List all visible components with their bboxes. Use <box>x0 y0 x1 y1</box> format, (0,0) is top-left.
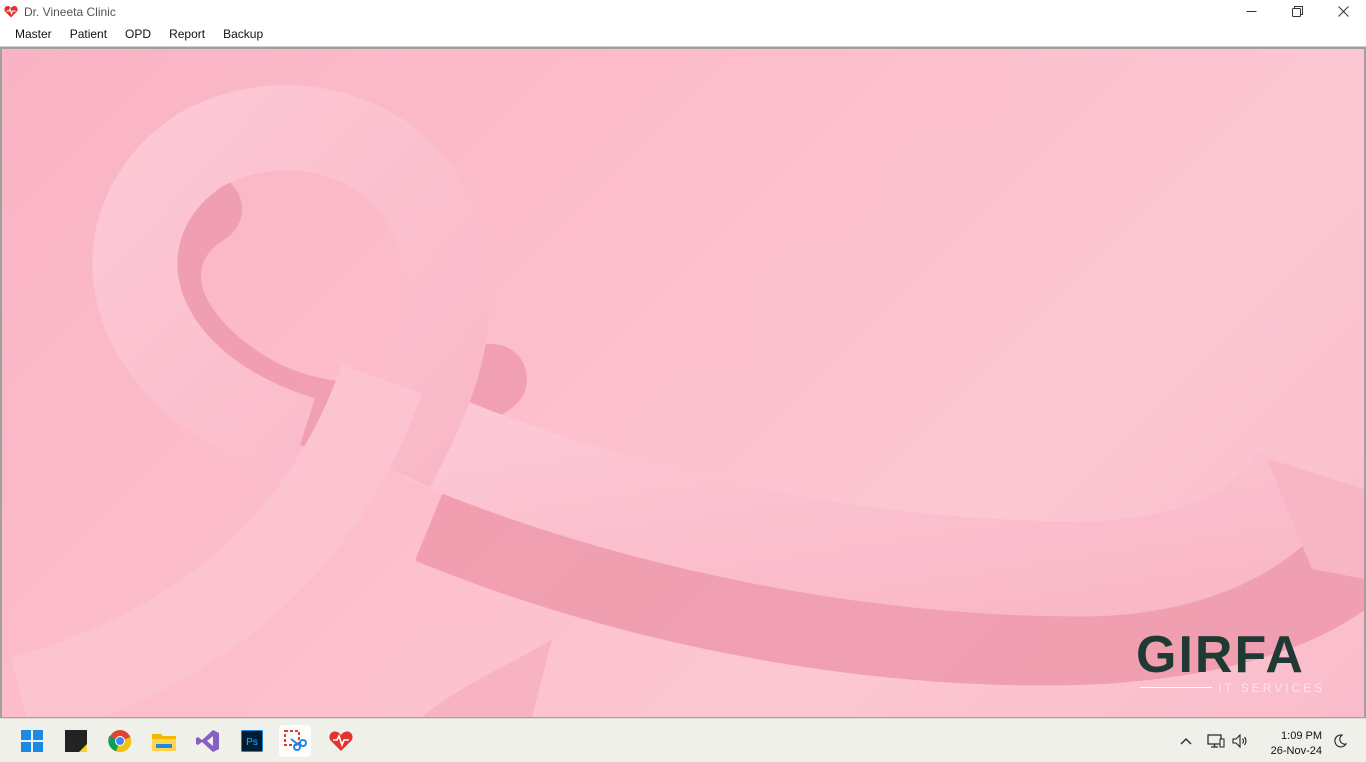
network-icon[interactable] <box>1207 719 1225 762</box>
snipping-tool-icon[interactable] <box>279 725 311 757</box>
taskbar: Ps 1:09 PM 26-Nov-24 <box>0 718 1366 762</box>
clock-date: 26-Nov-24 <box>1270 745 1322 757</box>
tray-overflow-button[interactable] <box>1180 719 1192 762</box>
visual-studio-icon[interactable] <box>192 725 224 757</box>
minimize-button[interactable] <box>1228 0 1274 23</box>
logo-wordmark: GIRFA <box>1136 626 1305 684</box>
girfa-logo: GIRFA IT SERVICES <box>1136 627 1326 697</box>
notification-button[interactable] <box>1333 719 1347 762</box>
file-explorer-icon[interactable] <box>148 725 180 757</box>
title-bar: Dr. Vineeta Clinic <box>0 0 1366 23</box>
logo-subtitle: IT SERVICES <box>1218 681 1326 695</box>
menu-backup[interactable]: Backup <box>214 23 272 46</box>
clinic-app-icon[interactable] <box>325 725 357 757</box>
minimize-icon <box>1246 11 1256 12</box>
close-button[interactable] <box>1320 0 1366 23</box>
window-title: Dr. Vineeta Clinic <box>24 4 116 19</box>
menu-patient[interactable]: Patient <box>61 23 116 46</box>
photoshop-label: Ps <box>246 737 258 748</box>
volume-icon[interactable] <box>1232 719 1248 762</box>
menu-report[interactable]: Report <box>160 23 214 46</box>
clinic-app-icon[interactable] <box>4 5 18 19</box>
restore-icon <box>1291 6 1303 17</box>
window-controls <box>1228 0 1366 23</box>
system-clock[interactable]: 1:09 PM 26-Nov-24 <box>1271 729 1322 759</box>
restore-button[interactable] <box>1274 0 1320 23</box>
main-client-area: GIRFA IT SERVICES <box>0 47 1366 718</box>
pink-ribbon-graphic <box>10 85 1364 717</box>
clock-time: 1:09 PM <box>1281 730 1322 742</box>
chrome-icon[interactable] <box>104 725 136 757</box>
background-image: GIRFA IT SERVICES <box>2 49 1364 717</box>
menu-bar: Master Patient OPD Report Backup <box>0 23 1366 47</box>
close-icon <box>1337 6 1349 17</box>
moon-icon <box>1334 733 1347 747</box>
photoshop-icon[interactable]: Ps <box>236 725 268 757</box>
sticky-notes-icon[interactable] <box>60 725 92 757</box>
windows-start-icon[interactable] <box>16 725 48 757</box>
logo-underline <box>1140 687 1212 688</box>
menu-master[interactable]: Master <box>6 23 61 46</box>
chevron-up-icon <box>1180 737 1192 744</box>
menu-opd[interactable]: OPD <box>116 23 160 46</box>
